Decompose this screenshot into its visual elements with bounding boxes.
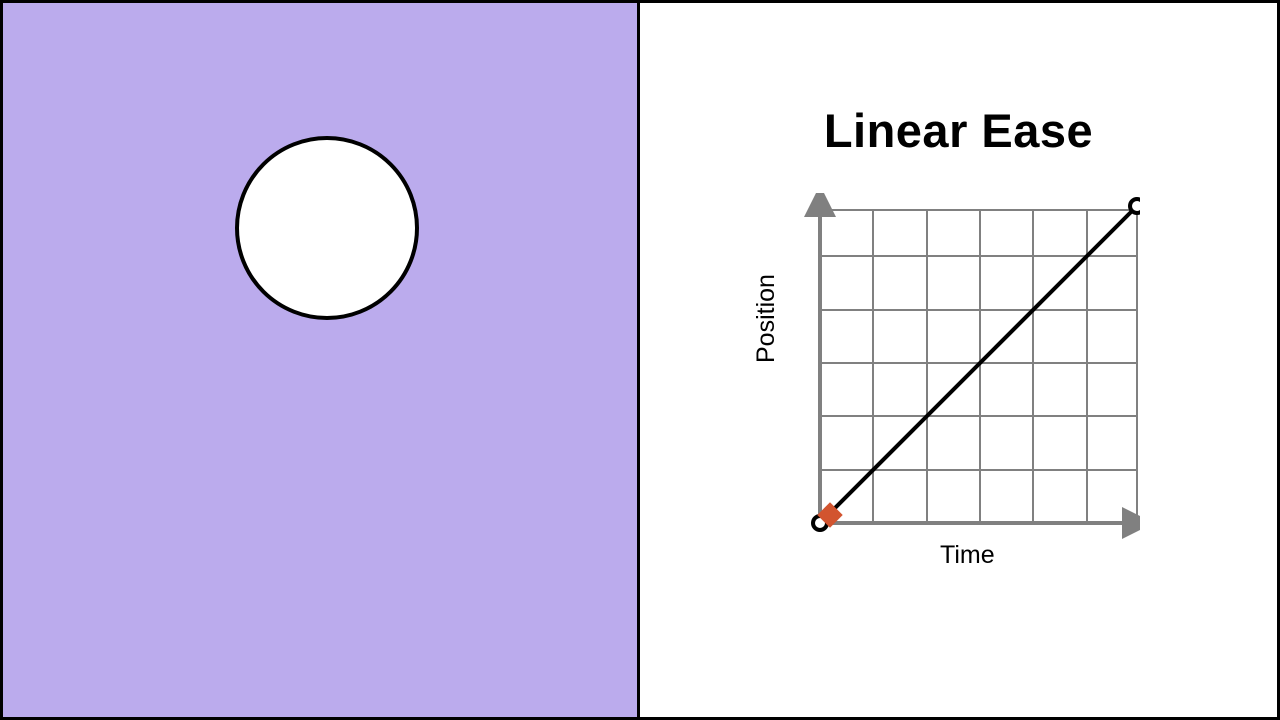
chart-svg <box>780 193 1140 553</box>
chart-title: Linear Ease <box>640 103 1277 158</box>
diagram-container: Linear Ease Position Time <box>3 3 1277 717</box>
ease-curve <box>820 206 1137 523</box>
animation-stage <box>3 3 640 717</box>
curve-end-point <box>1130 199 1140 213</box>
y-axis-label: Position <box>752 274 781 363</box>
chart-panel: Linear Ease Position Time <box>640 3 1277 717</box>
chart-plot-area <box>780 193 1140 553</box>
animated-circle <box>235 136 419 320</box>
